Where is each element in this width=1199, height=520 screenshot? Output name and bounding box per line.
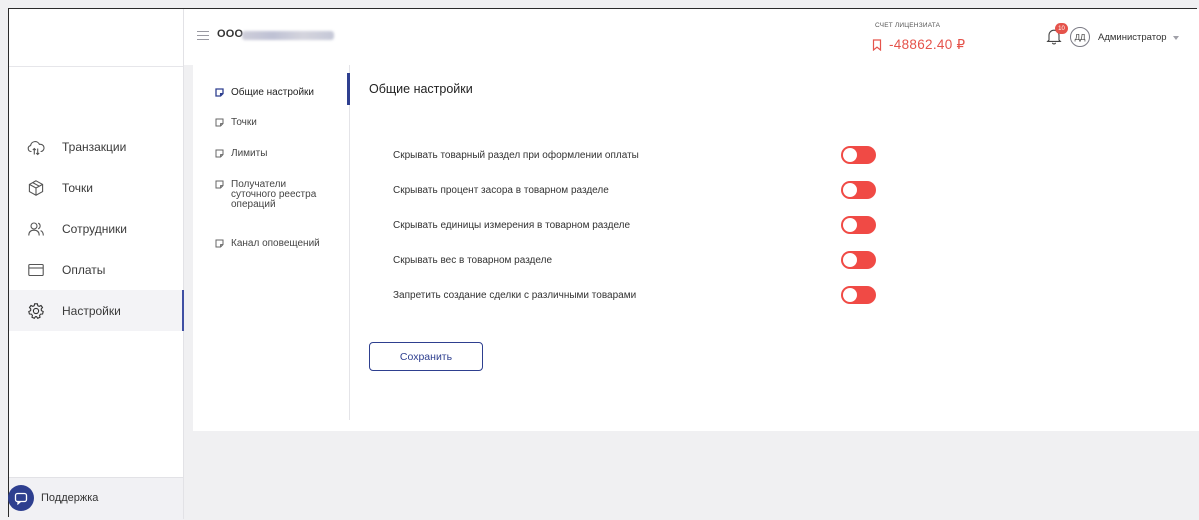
subnav-item-limits[interactable]: Лимиты	[215, 149, 267, 159]
sidebar-item-label: Сотрудники	[62, 221, 127, 236]
setting-toggle[interactable]	[841, 216, 876, 234]
note-icon	[215, 88, 224, 97]
company-name-redacted	[242, 31, 334, 40]
subnav-item-label: Общие настройки	[231, 87, 314, 98]
top-header: ООО СЧЕТ ЛИЦЕНЗИАТА -48862.40 ₽ 10 ДД Ад…	[184, 9, 1199, 65]
subnav-item-notification-channel[interactable]: Канал оповещений	[215, 239, 320, 249]
toggle-knob	[843, 288, 857, 302]
toggle-knob	[843, 183, 857, 197]
setting-label: Запретить создание сделки с различными т…	[393, 289, 637, 301]
subnav-item-general[interactable]: Общие настройки	[215, 88, 314, 98]
setting-label: Скрывать вес в товарном разделе	[393, 254, 553, 266]
sidebar-item-employees[interactable]: Сотрудники	[9, 208, 183, 249]
chevron-down-icon	[1172, 35, 1179, 40]
card-icon	[27, 261, 45, 279]
note-icon	[215, 239, 224, 248]
sidebar-item-settings[interactable]: Настройки	[9, 290, 184, 331]
sidebar: Транзакции Точки Сотрудники Оплаты Настр…	[9, 9, 184, 520]
sidebar-item-label: Оплаты	[62, 262, 106, 277]
account-balance: -48862.40 ₽	[872, 37, 965, 53]
setting-row: Скрывать товарный раздел при оформлении …	[393, 146, 893, 164]
notification-badge: 10	[1055, 23, 1068, 34]
toggle-knob	[843, 148, 857, 162]
bookmark-icon	[872, 39, 882, 51]
settings-subnav: Общие настройки Точки Лимиты Получатели …	[193, 65, 350, 420]
support-button[interactable]: Поддержка	[8, 485, 98, 511]
cloud-transfer-icon	[27, 138, 45, 156]
account-balance-value: -48862.40 ₽	[889, 37, 966, 52]
avatar[interactable]: ДД	[1070, 27, 1090, 47]
chat-icon	[8, 485, 34, 511]
toggle-knob	[843, 218, 857, 232]
subnav-active-indicator	[347, 73, 350, 105]
note-icon	[215, 180, 224, 189]
setting-row: Скрывать процент засора в товарном разде…	[393, 181, 893, 199]
setting-row: Запретить создание сделки с различными т…	[393, 286, 893, 304]
setting-toggle[interactable]	[841, 146, 876, 164]
setting-toggle[interactable]	[841, 251, 876, 269]
subnav-item-label: Точки	[231, 117, 257, 128]
setting-label: Скрывать единицы измерения в товарном ра…	[393, 219, 631, 231]
settings-panel: Общие настройки Точки Лимиты Получатели …	[193, 65, 1199, 431]
page-title: Общие настройки	[369, 82, 473, 96]
subnav-item-points[interactable]: Точки	[215, 118, 257, 128]
account-label: СЧЕТ ЛИЦЕНЗИАТА	[875, 22, 941, 29]
support-label: Поддержка	[41, 492, 99, 504]
sidebar-item-label: Настройки	[62, 303, 121, 318]
toggle-knob	[843, 253, 857, 267]
box-icon	[27, 179, 45, 197]
menu-icon[interactable]	[197, 31, 209, 41]
setting-toggle[interactable]	[841, 181, 876, 199]
users-icon	[27, 220, 45, 238]
sidebar-item-points[interactable]: Точки	[9, 167, 183, 208]
company-name: ООО	[217, 28, 244, 40]
user-role: Администратор	[1098, 32, 1167, 43]
subnav-item-recipients[interactable]: Получатели суточного реестра операций	[215, 180, 323, 210]
note-icon	[215, 118, 224, 127]
subnav-item-label: Лимиты	[231, 148, 268, 159]
sidebar-item-payments[interactable]: Оплаты	[9, 249, 183, 290]
note-icon	[215, 149, 224, 158]
setting-label: Скрывать товарный раздел при оформлении …	[393, 149, 639, 161]
subnav-item-label: Получатели суточного реестра операций	[231, 179, 317, 210]
setting-row: Скрывать единицы измерения в товарном ра…	[393, 216, 893, 234]
save-button[interactable]: Сохранить	[369, 342, 483, 371]
user-menu[interactable]: Администратор	[1098, 32, 1179, 43]
sidebar-item-label: Транзакции	[62, 139, 127, 154]
subnav-item-label: Канал оповещений	[231, 238, 320, 249]
setting-label: Скрывать процент засора в товарном разде…	[393, 184, 609, 196]
sidebar-divider	[9, 66, 183, 67]
gear-icon	[27, 302, 45, 320]
sidebar-nav: Транзакции Точки Сотрудники Оплаты Настр…	[9, 126, 184, 331]
setting-toggle[interactable]	[841, 286, 876, 304]
sidebar-item-transactions[interactable]: Транзакции	[9, 126, 183, 167]
sidebar-item-label: Точки	[62, 180, 94, 195]
setting-row: Скрывать вес в товарном разделе	[393, 251, 893, 269]
